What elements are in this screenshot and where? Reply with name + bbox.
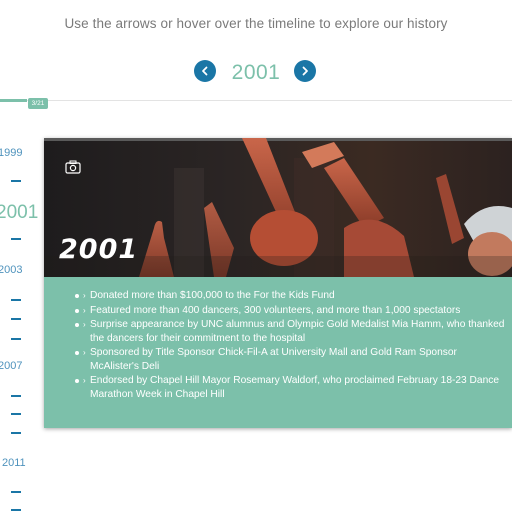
year-card: 2001 › Donated more than $100,000 to the … [44, 138, 512, 428]
timeline-tick[interactable] [11, 432, 21, 434]
timeline: 1999 2001 2003 2007 2011 [0, 0, 40, 512]
chevron-right-icon [302, 66, 308, 76]
list-item: › Surprise appearance by UNC alumnus and … [74, 318, 506, 345]
timeline-tick[interactable] [11, 180, 21, 182]
next-year-button[interactable] [294, 60, 316, 82]
timeline-year-2007[interactable]: 2007 [0, 360, 22, 372]
timeline-year-2011[interactable]: 2011 [2, 457, 26, 469]
chevron-left-icon [202, 66, 208, 76]
current-year: 2001 [231, 61, 281, 84]
timeline-year-1999[interactable]: 1999 [0, 147, 22, 159]
prev-year-button[interactable] [194, 60, 216, 82]
card-title: 2001 [59, 234, 139, 265]
timeline-tick[interactable] [11, 338, 21, 340]
timeline-tick[interactable] [11, 395, 21, 397]
timeline-tick[interactable] [11, 413, 21, 415]
year-navigation: 2001 [0, 58, 512, 86]
list-item: › Featured more than 400 dancers, 300 vol… [74, 304, 506, 318]
camera-icon[interactable] [65, 160, 81, 174]
timeline-tick[interactable] [11, 318, 21, 320]
timeline-tick[interactable] [11, 509, 21, 511]
list-item: › Sponsored by Title Sponsor Chick-Fil-A … [74, 346, 506, 373]
header-divider [0, 100, 512, 101]
instructions-text: Use the arrows or hover over the timelin… [64, 16, 448, 31]
timeline-tick[interactable] [11, 491, 21, 493]
timeline-tick[interactable] [11, 299, 21, 301]
list-item: › Endorsed by Chapel Hill Mayor Rosemary … [74, 374, 506, 401]
list-item: › Donated more than $100,000 to the For t… [74, 289, 506, 303]
timeline-year-2003[interactable]: 2003 [0, 264, 22, 276]
highlights-list: › Donated more than $100,000 to the For t… [74, 289, 506, 402]
timeline-year-2001[interactable]: 2001 [0, 202, 38, 224]
event-photo: 2001 [44, 138, 512, 277]
timeline-tick[interactable] [11, 238, 21, 240]
